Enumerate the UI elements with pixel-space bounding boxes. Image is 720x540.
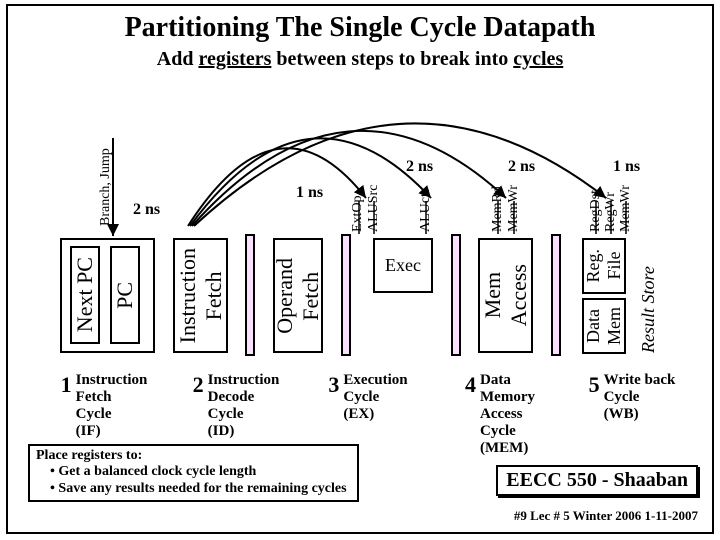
stage-row: 1InstructionFetchCycle(IF) 2InstructionD…: [38, 372, 698, 452]
pipeline-reg-2: [341, 234, 351, 356]
stage-mem: 4DataMemoryAccessCycle(MEM): [434, 372, 566, 452]
slide-title: Partitioning The Single Cycle Datapath: [8, 12, 712, 44]
memwr-label: MemWr: [506, 172, 522, 232]
pc-label: PC: [112, 282, 138, 309]
stage-ex: 3ExecutionCycle(EX): [302, 372, 434, 452]
subtitle-u1: registers: [198, 48, 271, 70]
subtitle-mid: between steps to break into: [271, 48, 513, 70]
branch-jump-label: Branch, Jump: [98, 106, 114, 226]
regfile-label: Reg. File: [583, 249, 625, 283]
nextpc-group: Next PC PC: [60, 238, 155, 353]
regwr-label: RegWr: [603, 172, 619, 232]
course-footer: EECC 550 - Shaaban: [496, 465, 698, 496]
stage-id: 2InstructionDecodeCycle(ID): [170, 372, 302, 452]
slide-frame: Partitioning The Single Cycle Datapath A…: [6, 4, 714, 534]
memrd-label: MemRd: [490, 172, 506, 232]
subtitle-u2: cycles: [513, 48, 563, 70]
memaccess-label: Mem Access: [480, 264, 532, 326]
exec-label: Exec: [385, 255, 421, 276]
aluctr-label: ALUctr: [418, 172, 434, 232]
pipeline-reg-4: [551, 234, 561, 356]
memwr2-label: MemWr: [618, 172, 634, 232]
extop-label: ExtOp: [350, 172, 366, 232]
pipeline-reg-1: [245, 234, 255, 356]
stage-if: 1InstructionFetchCycle(IF): [38, 372, 170, 452]
subtitle-pre: Add: [157, 48, 199, 70]
slide-subtitle: Add registers between steps to break int…: [8, 48, 712, 71]
result-store-label: Result Store: [638, 238, 659, 353]
ofetch-label: Operand Fetch: [272, 258, 324, 334]
timing-if: 2 ns: [133, 201, 160, 219]
ifetch-label: Instruction Fetch: [175, 248, 227, 343]
datamem-label: Data Mem: [583, 307, 625, 345]
place-registers-note: Place registers to: • Get a balanced clo…: [28, 444, 359, 502]
datapath-diagram: 2 ns 1 ns 2 ns 2 ns 1 ns Branch, Jump Ne…: [48, 106, 688, 386]
stage-wb: 5Write backCycle(WB): [566, 372, 698, 452]
lecture-footer: #9 Lec # 5 Winter 2006 1-11-2007: [514, 508, 698, 524]
nextpc-label: Next PC: [72, 257, 98, 332]
pipeline-reg-3: [451, 234, 461, 356]
timing-id: 1 ns: [296, 184, 323, 202]
regdst-label: RegDst: [588, 172, 604, 232]
alusrc-label: ALUSrc: [366, 172, 382, 232]
